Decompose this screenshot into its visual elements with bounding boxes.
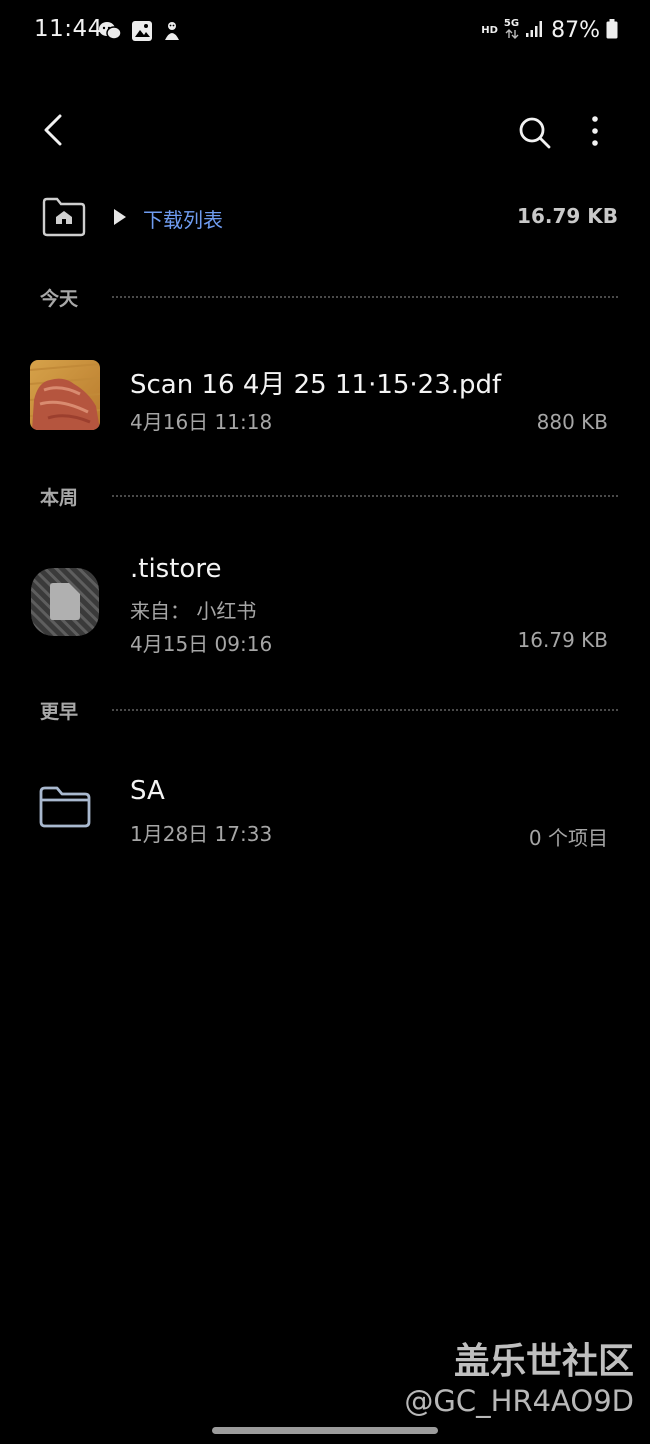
path-current-folder[interactable]: 下载列表	[143, 204, 223, 233]
section-divider	[112, 296, 618, 298]
section-header-earlier: 更早	[40, 697, 618, 727]
folder-item-count: 0 个项目	[528, 826, 608, 850]
battery-percent: 87%	[551, 18, 600, 43]
app-icon	[162, 20, 182, 46]
more-options-button[interactable]	[580, 112, 610, 152]
folder-icon	[38, 784, 92, 830]
file-date: 1月28日 17:33	[130, 822, 273, 846]
gallery-icon	[131, 20, 153, 46]
search-icon	[519, 117, 551, 149]
notification-icons	[98, 20, 182, 46]
path-total-size: 16.79 KB	[517, 204, 618, 228]
home-folder-button[interactable]	[40, 196, 88, 238]
toolbar	[0, 100, 650, 160]
status-right: HD 5G 87%	[481, 18, 618, 43]
wechat-icon	[98, 20, 122, 46]
search-button[interactable]	[514, 112, 554, 152]
file-name: SA	[130, 776, 165, 806]
section-divider	[112, 709, 618, 711]
section-header-today: 今天	[40, 284, 618, 314]
more-vertical-icon	[592, 116, 598, 146]
file-name: .tistore	[130, 554, 222, 584]
status-time: 11:44	[34, 16, 103, 42]
signal-icon	[525, 20, 545, 42]
network-label: 5G	[503, 18, 520, 29]
hd-indicator: HD	[481, 25, 498, 36]
section-label: 本周	[40, 487, 79, 509]
network-indicator: 5G	[504, 19, 519, 42]
battery-icon	[606, 18, 618, 43]
file-item-tistore[interactable]: .tistore 来自： 小红书 4月15日 09:16 16.79 KB	[0, 548, 650, 668]
pdf-thumbnail	[30, 360, 100, 430]
file-date: 4月16日 11:18	[130, 410, 273, 434]
back-button[interactable]	[36, 110, 76, 150]
section-divider	[112, 495, 618, 497]
section-label: 更早	[40, 701, 79, 723]
watermark-id: @GC_HR4AO9D	[404, 1384, 634, 1418]
status-bar: 11:44 HD 5G 87%	[0, 0, 650, 64]
file-item-pdf[interactable]: Scan 16 4月 25 11·15·23.pdf 4月16日 11:18 8…	[0, 346, 650, 446]
unknown-file-icon	[31, 568, 99, 636]
chevron-left-icon	[44, 114, 62, 146]
path-bar: 下载列表 16.79 KB	[0, 190, 650, 246]
file-name: Scan 16 4月 25 11·15·23.pdf	[130, 370, 502, 400]
home-folder-icon	[42, 197, 86, 237]
file-size: 880 KB	[536, 410, 608, 434]
file-date: 4月15日 09:16	[130, 632, 273, 656]
file-source: 来自： 小红书	[130, 599, 257, 623]
file-size: 16.79 KB	[517, 628, 608, 652]
section-label: 今天	[40, 288, 79, 310]
watermark-title: 盖乐世社区	[453, 1341, 634, 1382]
section-header-this-week: 本周	[40, 483, 618, 513]
home-indicator[interactable]	[212, 1427, 438, 1434]
file-item-folder-sa[interactable]: SA 1月28日 17:33 0 个项目	[0, 770, 650, 870]
path-separator-icon	[112, 208, 128, 230]
